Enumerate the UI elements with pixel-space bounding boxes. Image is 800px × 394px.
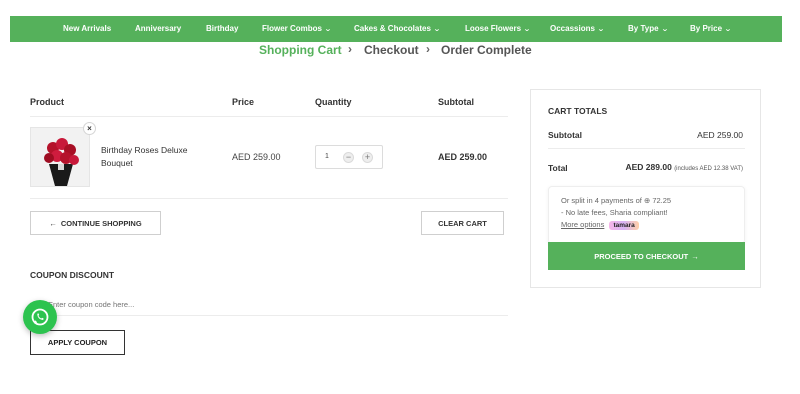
coupon-title: COUPON DISCOUNT	[30, 270, 115, 280]
apply-coupon-button[interactable]: APPLY COUPON	[30, 330, 125, 355]
tamara-installment-widget: Or split in 4 payments of ⊕ 72.25 - No l…	[548, 186, 745, 244]
step-checkout: Checkout	[364, 43, 419, 57]
chevron-down-icon: ⌄	[523, 25, 531, 33]
arrow-left-icon: ←	[49, 218, 57, 228]
quantity-stepper: 1 − +	[315, 145, 383, 169]
remove-item-button[interactable]: ×	[83, 122, 96, 135]
arrow-right-icon: →	[691, 251, 699, 261]
nav-item-new-arrivals[interactable]: New Arrivals	[63, 24, 111, 33]
nav-item-by-price[interactable]: By Price ⌄	[690, 24, 732, 33]
chevron-down-icon: ⌄	[597, 25, 605, 33]
cart-totals-title: CART TOTALS	[548, 106, 608, 116]
tamara-installment-text: Or split in 4 payments of ⊕ 72.25	[561, 196, 672, 205]
coupon-code-input[interactable]	[30, 294, 508, 316]
nav-item-occassions[interactable]: Occassions ⌄	[550, 24, 605, 33]
checkout-label: PROCEED TO CHECKOUT	[594, 251, 689, 261]
nav-item-birthday[interactable]: Birthday	[206, 24, 238, 33]
quantity-value[interactable]: 1	[325, 153, 329, 160]
clear-cart-label: CLEAR CART	[438, 218, 487, 228]
clear-cart-button[interactable]: CLEAR CART	[421, 211, 504, 235]
nav-item-cakes-chocolates[interactable]: Cakes & Chocolates ⌄	[354, 24, 441, 33]
product-price: AED 259.00	[232, 152, 281, 162]
main-nav: New Arrivals Anniversary Birthday Flower…	[10, 16, 782, 42]
tamara-no-fees-text: - No late fees, Sharia compliant!	[561, 208, 668, 217]
vat-note: (includes AED 12.38 VAT)	[674, 166, 743, 172]
header-quantity: Quantity	[315, 97, 352, 107]
nav-item-anniversary[interactable]: Anniversary	[135, 24, 181, 33]
divider	[30, 198, 508, 199]
tamara-more-options-row: More options tamara	[561, 220, 639, 230]
decrease-quantity-button[interactable]: −	[343, 152, 354, 163]
continue-shopping-label: CONTINUE SHOPPING	[60, 218, 142, 228]
step-order-complete: Order Complete	[441, 43, 532, 57]
nav-item-loose-flowers[interactable]: Loose Flowers ⌄	[465, 24, 531, 33]
whatsapp-chat-button[interactable]	[23, 300, 57, 334]
header-price: Price	[232, 97, 255, 107]
chevron-down-icon: ⌄	[660, 25, 669, 33]
step-separator: ›	[426, 42, 430, 56]
step-separator: ›	[348, 42, 352, 56]
header-product: Product	[30, 97, 65, 107]
subtotal-value: AED 259.00	[697, 130, 743, 140]
rose-bouquet-image	[31, 128, 89, 186]
tamara-logo: tamara	[609, 221, 639, 230]
step-shopping-cart: Shopping Cart	[259, 43, 342, 57]
product-name[interactable]: Birthday Roses Deluxe Bouquet	[101, 144, 201, 170]
nav-item-by-type[interactable]: By Type ⌄	[628, 24, 669, 33]
header-subtotal: Subtotal	[438, 97, 474, 107]
checkout-steps: Shopping Cart › Checkout › Order Complet…	[0, 42, 800, 58]
continue-shopping-button[interactable]: ← CONTINUE SHOPPING	[30, 211, 161, 235]
chevron-down-icon: ⌄	[324, 25, 332, 33]
proceed-to-checkout-button[interactable]: PROCEED TO CHECKOUT →	[548, 242, 745, 270]
product-subtotal: AED 259.00	[438, 152, 488, 162]
divider	[548, 148, 745, 149]
more-options-link[interactable]: More options	[561, 220, 604, 229]
chevron-down-icon: ⌄	[724, 25, 732, 33]
divider	[30, 116, 508, 117]
whatsapp-icon	[31, 308, 49, 326]
subtotal-label: Subtotal	[548, 130, 582, 140]
total-value-wrap: AED 289.00 (includes AED 12.38 VAT)	[626, 162, 744, 172]
total-label: Total	[548, 163, 568, 173]
cart-totals-panel: CART TOTALS Subtotal AED 259.00 Total AE…	[530, 89, 761, 288]
increase-quantity-button[interactable]: +	[362, 152, 373, 163]
product-thumbnail[interactable]	[30, 127, 90, 187]
total-value: AED 289.00	[625, 162, 672, 172]
nav-item-flower-combos[interactable]: Flower Combos ⌄	[262, 24, 332, 33]
chevron-down-icon: ⌄	[433, 25, 441, 33]
